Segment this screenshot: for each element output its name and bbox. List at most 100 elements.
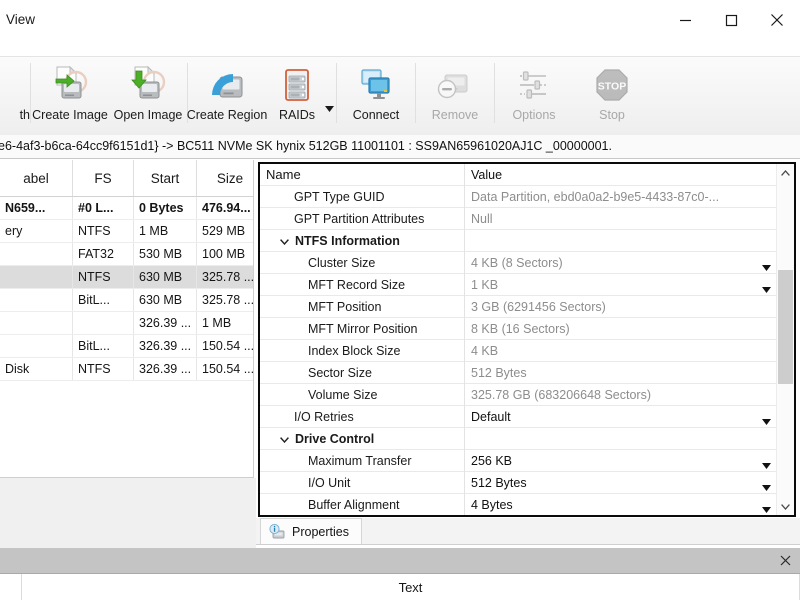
property-name: MFT Position <box>260 295 465 318</box>
close-button[interactable] <box>754 0 800 40</box>
properties-row[interactable]: Volume Size 325.78 GB (683206648 Sectors) <box>260 383 778 406</box>
table-row[interactable]: FAT32 530 MB 100 MB <box>0 242 253 266</box>
chevron-down-icon <box>781 503 790 510</box>
property-name: MFT Mirror Position <box>260 317 465 340</box>
property-value[interactable]: Null <box>465 208 778 230</box>
property-value[interactable]: 325.78 GB (683206648 Sectors) <box>465 384 778 406</box>
chevron-down-icon[interactable] <box>280 234 293 248</box>
column-header-size[interactable]: Size <box>196 160 253 197</box>
partition-table-pane[interactable]: abel FS Start Size N659... #0 L... 0 Bytes… <box>0 160 254 478</box>
table-row[interactable]: 326.39 ... 1 MB <box>0 311 253 335</box>
toolbar-button-clipped[interactable]: th <box>0 57 30 131</box>
dropdown-arrow-icon[interactable] <box>762 480 771 494</box>
properties-column-name[interactable]: Name <box>260 164 465 186</box>
minimize-button[interactable] <box>662 0 708 40</box>
scroll-up-button[interactable] <box>777 164 794 181</box>
properties-row[interactable]: Index Block Size 4 KB <box>260 339 778 362</box>
property-name-label: Maximum Transfer <box>308 453 412 468</box>
dropdown-arrow-icon[interactable] <box>762 260 771 274</box>
property-value[interactable]: 512 Bytes <box>465 472 778 494</box>
bottom-panel-close-button[interactable] <box>776 551 794 569</box>
properties-row[interactable]: MFT Record Size 1 KB <box>260 273 778 296</box>
property-value[interactable]: Data Partition, ebd0a0a2-b9e5-4433-87c0-… <box>465 186 778 208</box>
property-name-label: MFT Position <box>308 299 382 314</box>
properties-row[interactable]: GPT Partition Attributes Null <box>260 207 778 230</box>
cell-label <box>0 288 73 312</box>
property-value[interactable] <box>465 230 778 252</box>
properties-scrollbar[interactable] <box>776 164 794 515</box>
stop-icon: STOP <box>592 63 632 107</box>
column-header-fs[interactable]: FS <box>72 160 134 197</box>
bottom-panel-header: Text <box>0 574 800 600</box>
property-name: Sector Size <box>260 361 465 384</box>
menu-item-view[interactable]: View <box>0 10 41 29</box>
column-header-label[interactable]: abel <box>0 160 73 197</box>
table-row[interactable]: BitL... 630 MB 325.78 ... <box>0 288 253 312</box>
scrollbar-thumb[interactable] <box>778 270 793 384</box>
table-row[interactable]: Disk NTFS 326.39 ... 150.54 ... <box>0 357 253 381</box>
property-value-label: 1 KB <box>471 277 499 292</box>
properties-row[interactable]: GPT Type GUID Data Partition, ebd0a0a2-b9… <box>260 185 778 208</box>
dropdown-arrow-icon[interactable] <box>762 282 771 296</box>
property-value[interactable]: 4 KB <box>465 340 778 362</box>
maximize-button[interactable] <box>708 0 754 40</box>
property-value[interactable]: 512 Bytes <box>465 362 778 384</box>
property-value[interactable]: 256 KB <box>465 450 778 472</box>
cell-fs: BitL... <box>72 334 134 358</box>
properties-grid-pane[interactable]: Name Value GPT Type GUID Data Partition, … <box>258 162 796 517</box>
properties-row[interactable]: Maximum Transfer 256 KB <box>260 449 778 472</box>
property-value[interactable]: Default <box>465 406 778 428</box>
create-region-button[interactable]: Create Region <box>187 57 267 131</box>
property-value[interactable]: 1 KB <box>465 274 778 296</box>
properties-row[interactable]: Cluster Size 4 KB (8 Sectors) <box>260 251 778 274</box>
bottom-panel-column-text[interactable]: Text <box>22 574 800 600</box>
properties-row[interactable]: MFT Mirror Position 8 KB (16 Sectors) <box>260 317 778 340</box>
dropdown-arrow-icon[interactable] <box>762 502 771 516</box>
properties-row[interactable]: Drive Control <box>260 427 778 450</box>
tab-properties[interactable]: Properties <box>260 518 362 544</box>
property-value[interactable]: 8 KB (16 Sectors) <box>465 318 778 340</box>
cell-start: 0 Bytes <box>133 196 197 220</box>
table-row[interactable]: N659... #0 L... 0 Bytes 476.94... <box>0 196 253 220</box>
dropdown-arrow-icon[interactable] <box>762 458 771 472</box>
raids-button[interactable]: RAIDs <box>266 57 328 131</box>
property-value[interactable]: 3 GB (6291456 Sectors) <box>465 296 778 318</box>
address-bar-text: e6-4af3-b6ca-64cc9f6151d1} -> BC511 NVMe… <box>0 139 612 153</box>
options-button[interactable]: Options <box>495 57 573 131</box>
properties-row[interactable]: I/O Retries Default <box>260 405 778 428</box>
property-name-label: Index Block Size <box>308 343 401 358</box>
properties-info-icon <box>269 523 286 540</box>
property-name-label: Buffer Alignment <box>308 497 400 512</box>
scroll-down-button[interactable] <box>777 498 794 515</box>
connect-button[interactable]: Connect <box>337 57 415 131</box>
remove-button[interactable]: Remove <box>416 57 494 131</box>
raids-dropdown-button[interactable] <box>322 105 336 112</box>
property-value[interactable]: 4 KB (8 Sectors) <box>465 252 778 274</box>
properties-row[interactable]: MFT Position 3 GB (6291456 Sectors) <box>260 295 778 318</box>
bottom-panel-column-blank[interactable] <box>0 574 22 600</box>
properties-row[interactable]: Buffer Alignment 4 Bytes <box>260 493 778 516</box>
table-row[interactable]: ery NTFS 1 MB 529 MB <box>0 219 253 243</box>
chevron-down-icon[interactable] <box>280 432 293 446</box>
left-pane-filler <box>0 478 256 548</box>
properties-grid: Name Value GPT Type GUID Data Partition, … <box>260 164 778 516</box>
partition-table-header-row: abel FS Start Size <box>0 160 253 197</box>
property-name: GPT Type GUID <box>260 185 465 208</box>
properties-column-value[interactable]: Value <box>465 164 778 186</box>
property-value[interactable] <box>465 428 778 450</box>
cell-fs: #0 L... <box>72 196 134 220</box>
properties-row[interactable]: Sector Size 512 Bytes <box>260 361 778 384</box>
cell-size: 1 MB <box>196 311 253 335</box>
column-header-start[interactable]: Start <box>133 160 197 197</box>
property-value[interactable]: 4 Bytes <box>465 494 778 516</box>
table-row[interactable]: NTFS 630 MB 325.78 ... <box>0 265 253 289</box>
dropdown-arrow-icon[interactable] <box>762 414 771 428</box>
stop-button[interactable]: STOP Stop <box>573 57 651 131</box>
options-icon <box>514 63 554 107</box>
create-image-button[interactable]: Create Image <box>31 57 109 131</box>
properties-row[interactable]: I/O Unit 512 Bytes <box>260 471 778 494</box>
table-row[interactable]: BitL... 326.39 ... 150.54 ... <box>0 334 253 358</box>
properties-row[interactable]: NTFS Information <box>260 229 778 252</box>
address-bar[interactable]: e6-4af3-b6ca-64cc9f6151d1} -> BC511 NVMe… <box>0 135 800 159</box>
open-image-button[interactable]: Open Image <box>109 57 187 131</box>
